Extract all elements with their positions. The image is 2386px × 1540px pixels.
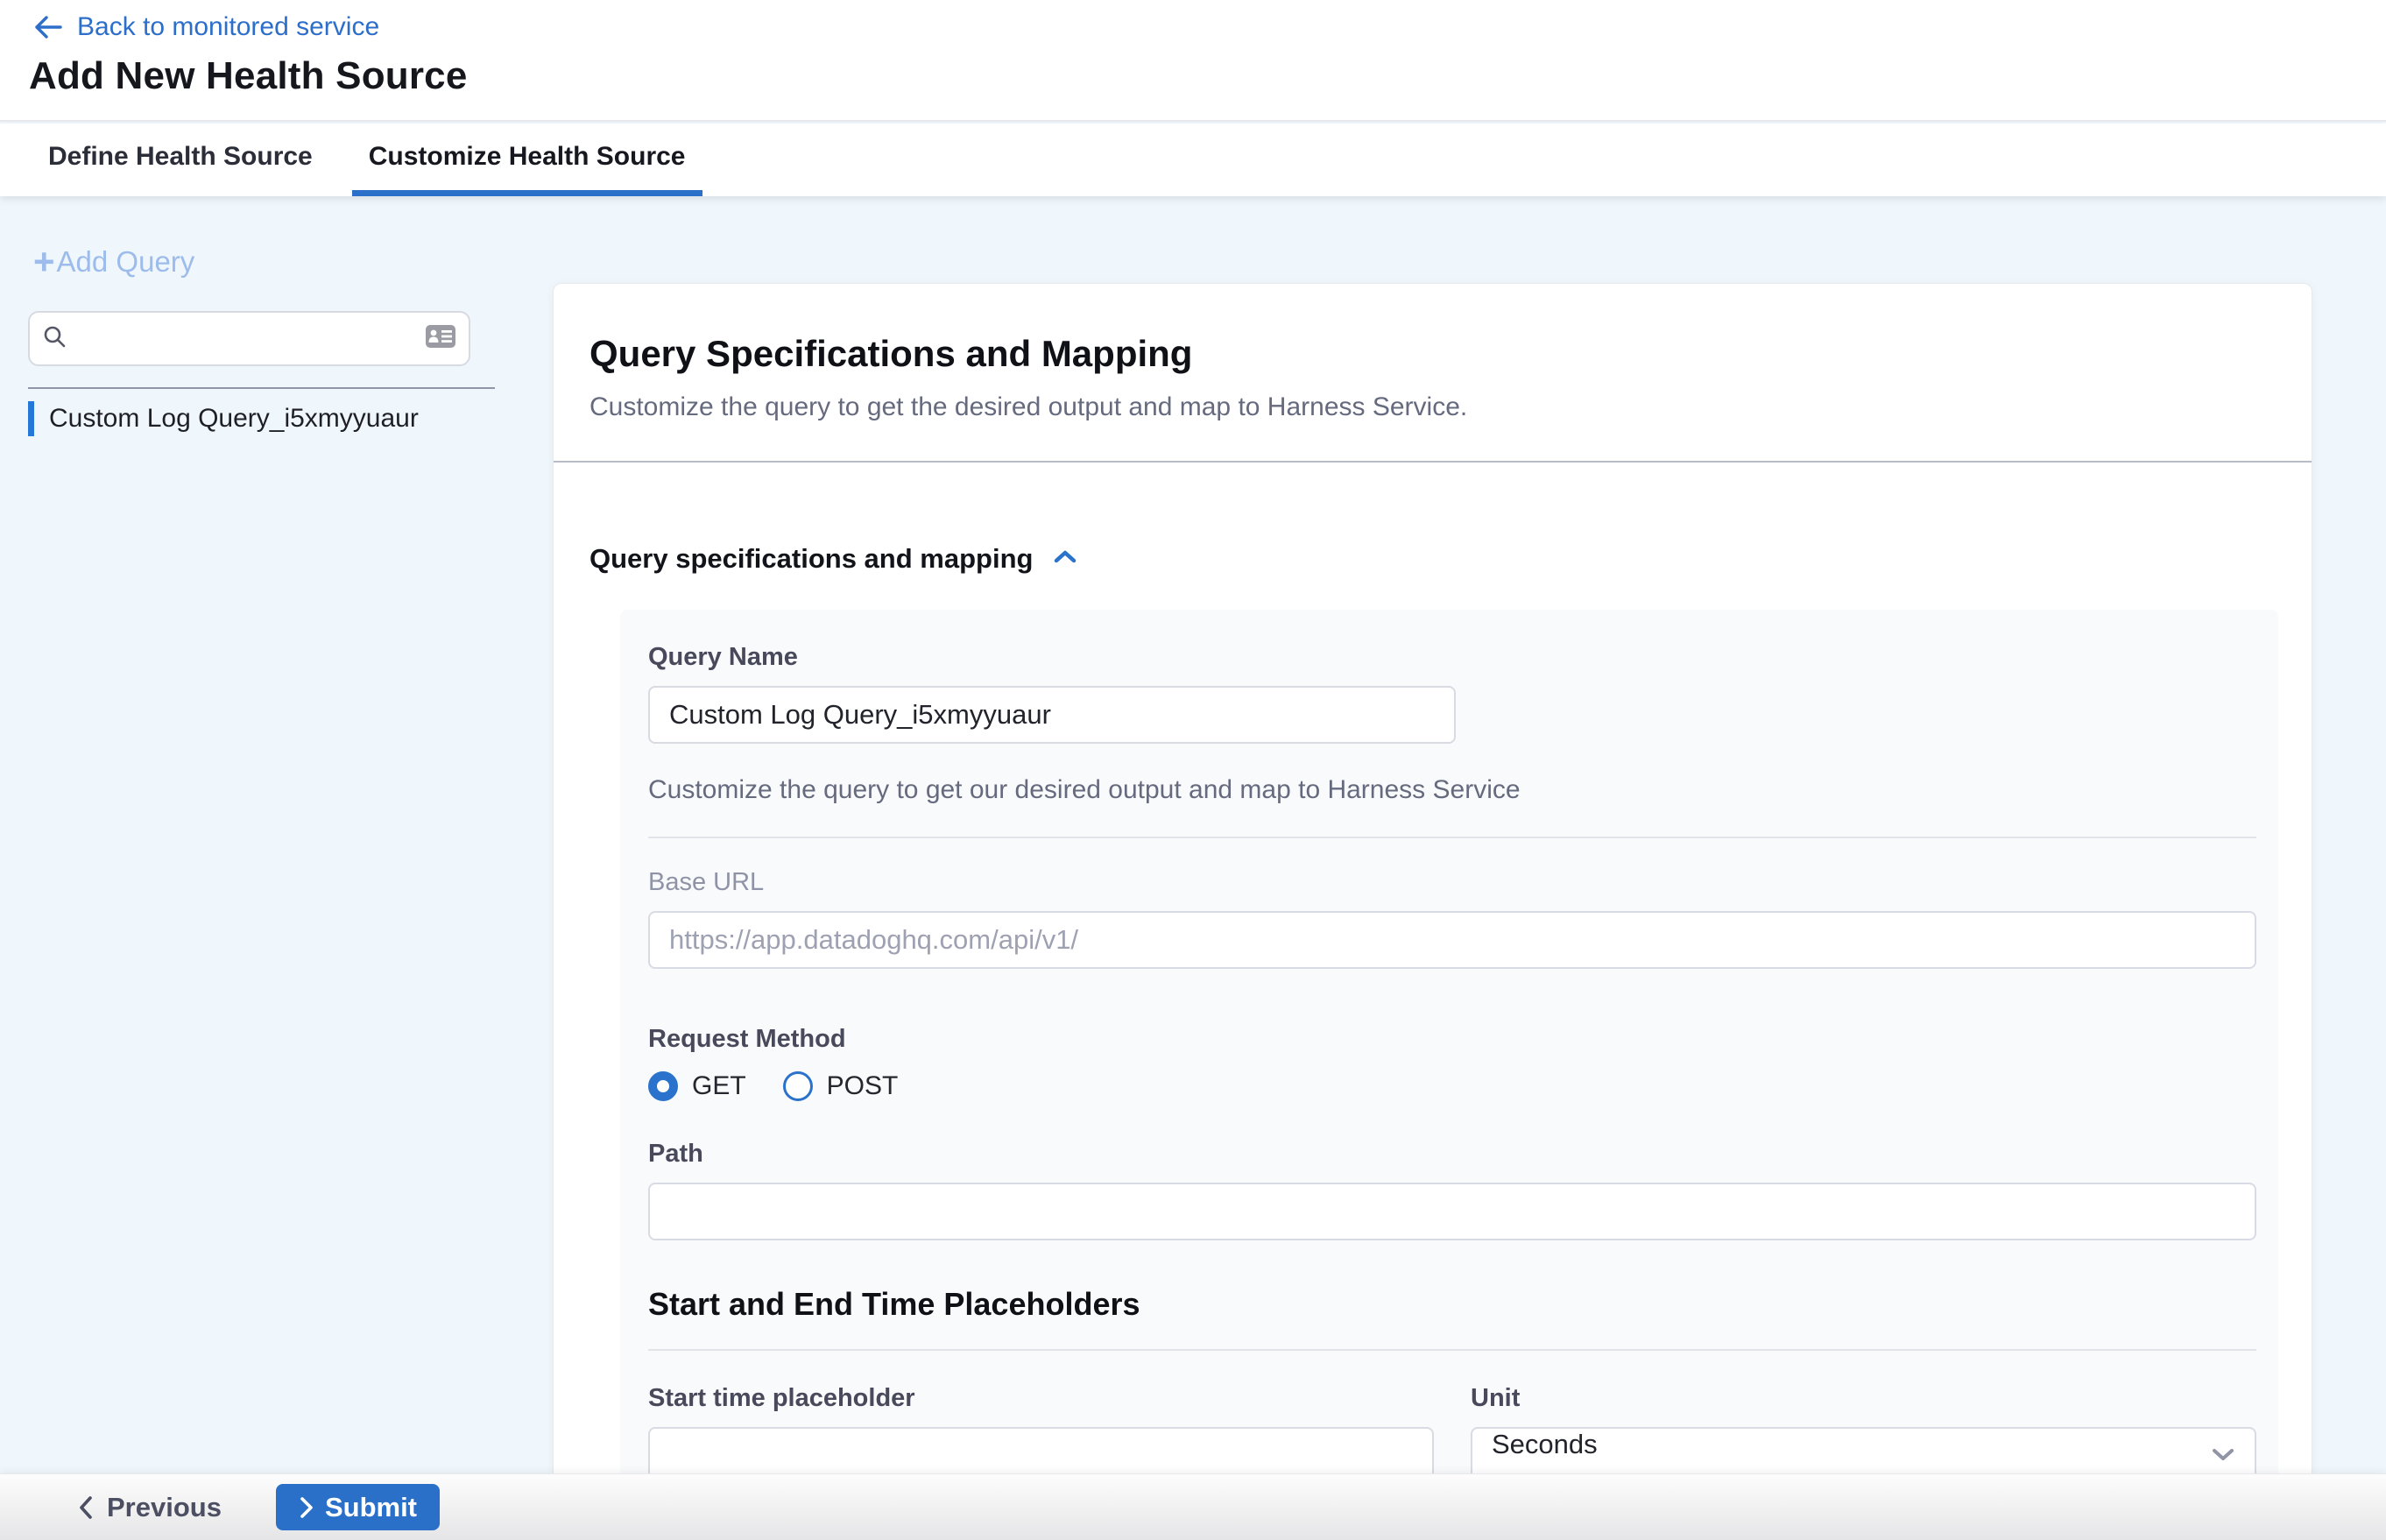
unit-select-value: Seconds [1492, 1429, 1598, 1459]
query-name-label: Query Name [648, 643, 2256, 672]
time-placeholders-heading: Start and End Time Placeholders [648, 1286, 2256, 1323]
content-area: + Add Query [0, 196, 2386, 1473]
sidebar-divider [28, 387, 495, 389]
tab-bar: Define Health Source Customize Health So… [0, 124, 2386, 196]
add-query-label: Add Query [57, 245, 195, 279]
radio-get[interactable] [648, 1071, 678, 1101]
panel-divider [648, 837, 2256, 838]
submit-button[interactable]: Submit [276, 1484, 440, 1530]
query-item-label: Custom Log Query_i5xmyyuaur [49, 404, 419, 434]
base-url-label: Base URL [648, 868, 2256, 897]
card-header: Query Specifications and Mapping Customi… [554, 284, 2312, 461]
chevron-down-icon [2211, 1446, 2235, 1464]
base-url-input[interactable] [648, 911, 2256, 969]
query-list-item-selected[interactable]: Custom Log Query_i5xmyyuaur [28, 398, 519, 440]
chevron-right-icon [299, 1496, 314, 1519]
back-link-label: Back to monitored service [77, 12, 379, 42]
page-header: Back to monitored service Add New Health… [0, 0, 2386, 122]
tab-customize-health-source[interactable]: Customize Health Source [352, 124, 702, 196]
panel-divider [648, 1349, 2256, 1351]
chevron-left-icon [77, 1495, 95, 1520]
search-icon [42, 324, 67, 353]
card-subtitle: Customize the query to get the desired o… [589, 392, 2276, 461]
radio-get-label: GET [692, 1071, 746, 1101]
footer-bar: Previous Submit [0, 1473, 2386, 1540]
start-time-placeholder-label: Start time placeholder [648, 1384, 1434, 1413]
section-heading-label: Query specifications and mapping [589, 543, 1033, 575]
path-input[interactable] [648, 1183, 2256, 1240]
query-mapping-card: Query Specifications and Mapping Customi… [553, 283, 2312, 1473]
card-header-divider [554, 461, 2312, 463]
card-body: Query specifications and mapping Query N… [554, 543, 2312, 1473]
chevron-up-icon[interactable] [1052, 547, 1078, 571]
address-card-icon[interactable] [425, 323, 456, 354]
query-search-input[interactable] [77, 325, 425, 353]
unit-select[interactable]: Seconds [1471, 1427, 2256, 1473]
back-to-monitored-service-link[interactable]: Back to monitored service [33, 12, 379, 42]
previous-button-label: Previous [107, 1492, 222, 1523]
request-method-label: Request Method [648, 1025, 2256, 1054]
query-list: Custom Log Query_i5xmyyuaur [28, 398, 519, 440]
query-specs-panel: Query Name Customize the query to get ou… [620, 610, 2278, 1473]
add-query-button[interactable]: + Add Query [33, 245, 194, 279]
card-title: Query Specifications and Mapping [589, 333, 2276, 375]
query-sidebar: + Add Query [0, 196, 553, 1473]
submit-button-label: Submit [325, 1492, 417, 1523]
query-name-input[interactable] [648, 686, 1456, 744]
radio-post-label: POST [827, 1071, 899, 1101]
start-time-placeholder-input[interactable] [648, 1427, 1434, 1473]
tab-define-health-source[interactable]: Define Health Source [48, 124, 313, 196]
arrow-left-icon [33, 14, 63, 40]
selected-indicator-bar [28, 401, 34, 436]
page-title: Add New Health Source [29, 54, 468, 98]
request-method-radio-group: GET POST [648, 1071, 2256, 1101]
radio-post[interactable] [783, 1071, 813, 1101]
path-label: Path [648, 1140, 2256, 1169]
previous-button[interactable]: Previous [77, 1484, 222, 1530]
unit-label: Unit [1471, 1384, 2256, 1413]
section-heading-row[interactable]: Query specifications and mapping [589, 543, 2276, 575]
plus-icon: + [33, 249, 55, 275]
query-name-helper-text: Customize the query to get our desired o… [648, 775, 2256, 805]
query-search-box[interactable] [28, 311, 470, 366]
